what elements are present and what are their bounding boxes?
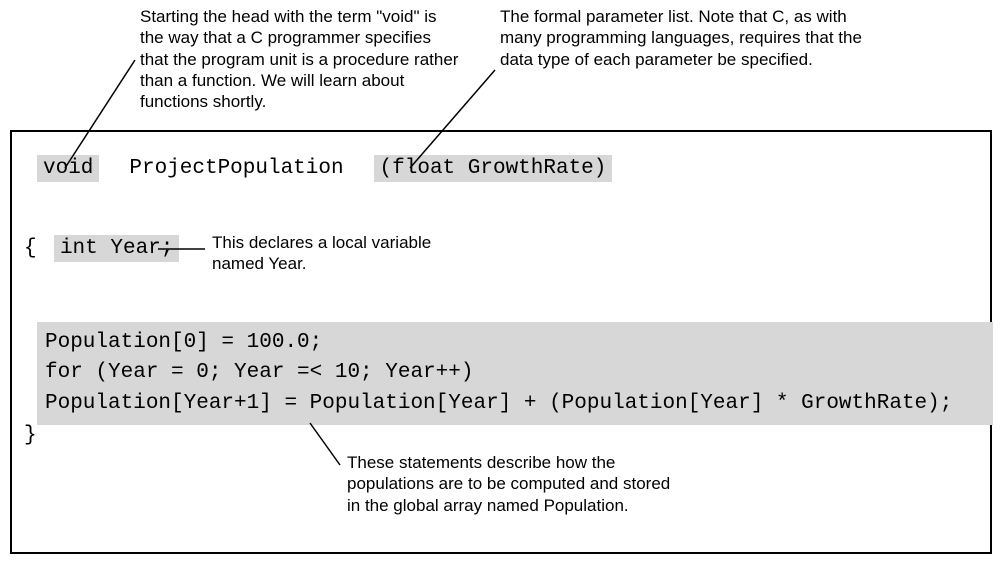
parameter-list: (float GrowthRate) xyxy=(374,155,613,182)
code-box: void ProjectPopulation (float GrowthRate… xyxy=(10,130,992,554)
code-local-decl-row: { int Year; xyxy=(24,237,179,260)
annotation-void: Starting the head with the term "void" i… xyxy=(140,6,460,112)
code-body-line-2: for (Year = 0; Year =< 10; Year++) xyxy=(45,361,473,384)
function-name: ProjectPopulation xyxy=(104,157,369,180)
annotation-int-year: This declares a local variable named Yea… xyxy=(212,232,472,275)
keyword-void: void xyxy=(37,155,99,182)
local-int-year: int Year; xyxy=(54,235,179,262)
close-brace: } xyxy=(24,424,37,447)
code-body-line-3: Population[Year+1] = Population[Year] + … xyxy=(45,392,952,415)
code-head-row: void ProjectPopulation (float GrowthRate… xyxy=(37,157,612,180)
annotation-body: These statements describe how the popula… xyxy=(347,452,687,516)
diagram-page: Starting the head with the term "void" i… xyxy=(0,0,1000,563)
code-body-line-1: Population[0] = 100.0; xyxy=(45,331,322,354)
annotation-param-list: The formal parameter list. Note that C, … xyxy=(500,6,870,70)
open-brace: { xyxy=(24,237,49,260)
code-body-block: Population[0] = 100.0; for (Year = 0; Ye… xyxy=(37,322,993,425)
